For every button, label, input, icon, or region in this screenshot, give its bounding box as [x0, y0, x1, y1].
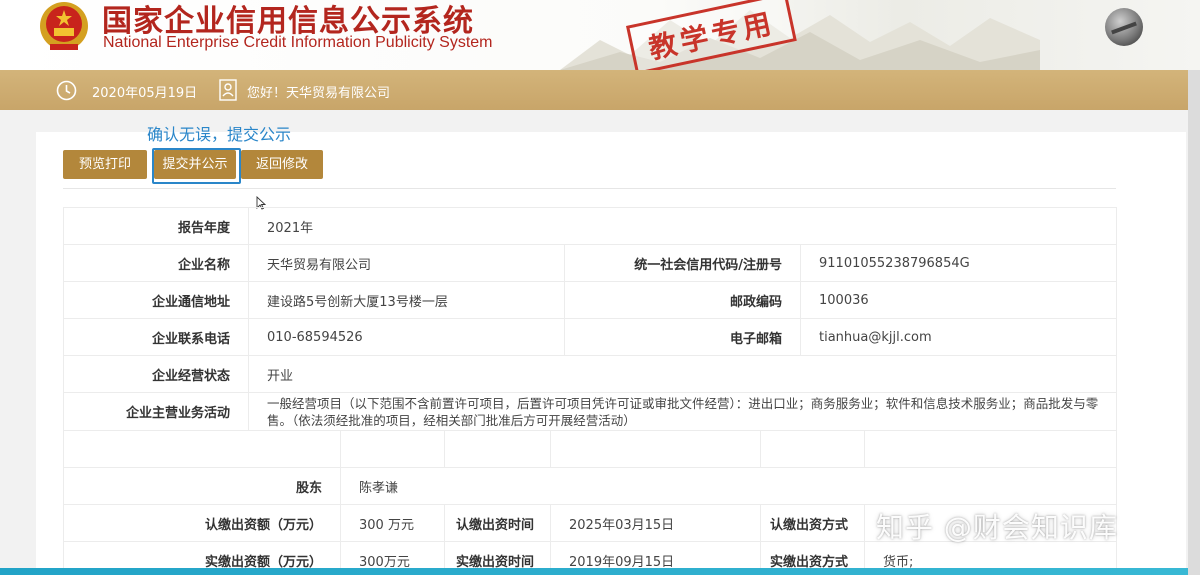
- table-row: 企业通信地址 建设路5号创新大厦13号楼一层 邮政编码 100036: [63, 282, 1117, 319]
- table-row: 企业主营业务活动 一般经营项目（以下范围不含前置许可项目，后置许可项目凭许可证或…: [63, 393, 1117, 431]
- business-value: 一般经营项目（以下范围不含前置许可项目，后置许可项目凭许可证或审批文件经营）：进…: [267, 395, 1099, 428]
- status-label: 企业经营状态: [63, 356, 249, 392]
- address-value: 建设路5号创新大厦13号楼一层: [249, 282, 565, 318]
- back-edit-button[interactable]: 返回修改: [241, 150, 323, 179]
- table-row: 企业经营状态 开业: [63, 356, 1117, 393]
- preview-print-button[interactable]: 预览打印: [63, 150, 147, 179]
- subscribed-time-label: 认缴出资时间: [445, 505, 551, 541]
- year-label: 报告年度: [63, 208, 249, 244]
- submit-publish-button[interactable]: 提交并公示: [154, 150, 236, 179]
- subscribed-time-value: 2025年03月15日: [551, 505, 761, 541]
- status-value: 开业: [267, 368, 294, 384]
- year-value: 2021年: [267, 220, 314, 236]
- watermark: 知乎 @财会知识库: [876, 511, 1118, 544]
- credit-code-value: 91101055238796854G: [819, 255, 970, 271]
- clock-icon: [56, 80, 77, 101]
- postcode-label: 邮政编码: [565, 282, 801, 318]
- user-icon: [219, 79, 237, 101]
- subscribed-amount-value: 300 万元: [341, 505, 445, 541]
- greeting-text: 您好！天华贸易有限公司: [247, 86, 391, 101]
- business-label: 企业主营业务活动: [63, 393, 249, 430]
- name-label: 企业名称: [63, 245, 249, 281]
- table-row: 企业联系电话 010-68594526 电子邮箱 tianhua@kjjl.co…: [63, 319, 1117, 356]
- address-label: 企业通信地址: [63, 282, 249, 318]
- credit-code-label: 统一社会信用代码/注册号: [565, 245, 801, 281]
- table-row: 报告年度 2021年: [63, 208, 1117, 245]
- divider: [63, 188, 1116, 189]
- national-emblem-icon: [40, 2, 88, 50]
- table-row: [63, 431, 1117, 468]
- page-scrollbar[interactable]: [1188, 70, 1200, 575]
- current-date: 2020年05月19日: [92, 86, 198, 101]
- name-value: 天华贸易有限公司: [249, 245, 565, 281]
- avatar[interactable]: [1105, 8, 1143, 46]
- hint-annotation: 确认无误，提交公示: [147, 125, 292, 144]
- shareholder-label: 股东: [63, 468, 341, 504]
- info-bar: 2020年05月19日 您好！天华贸易有限公司: [0, 70, 1200, 110]
- table-row: 企业名称 天华贸易有限公司 统一社会信用代码/注册号 9110105523879…: [63, 245, 1117, 282]
- site-header: 国家企业信用信息公示系统 National Enterprise Credit …: [0, 0, 1200, 70]
- horizontal-scrollbar[interactable]: [0, 568, 1188, 575]
- phone-label: 企业联系电话: [63, 319, 249, 355]
- table-row: 股东 陈孝谦: [63, 468, 1117, 505]
- postcode-value: 100036: [819, 292, 869, 308]
- subscribed-method-label: 认缴出资方式: [761, 505, 865, 541]
- phone-value: 010-68594526: [249, 319, 565, 355]
- subscribed-amount-label: 认缴出资额（万元）: [63, 505, 341, 541]
- email-value: tianhua@kjjl.com: [819, 329, 932, 345]
- site-title-en: National Enterprise Credit Information P…: [103, 34, 493, 51]
- shareholder-name: 陈孝谦: [359, 480, 399, 496]
- email-label: 电子邮箱: [565, 319, 801, 355]
